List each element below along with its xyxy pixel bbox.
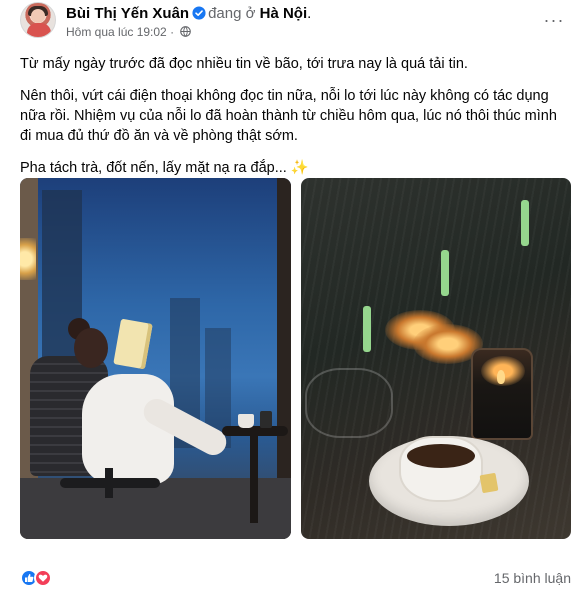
thumbs-up-icon: [25, 574, 34, 582]
teabag-tag: [479, 472, 499, 494]
post-timestamp[interactable]: Hôm qua lúc 19:02: [66, 25, 167, 39]
location-prefix: đang ở: [208, 5, 256, 22]
sparkles-emoji: ✨: [290, 160, 309, 176]
post-paragraph-3: Pha tách trà, đốt nến, lấy mặt nạ ra đắp…: [20, 158, 565, 178]
candle-flame: [497, 370, 505, 384]
street-light-streak: [441, 250, 449, 296]
post-paragraph-2: Nên thôi, vứt cái điện thoại không đọc t…: [20, 88, 557, 144]
post-paragraph-1: Từ mấy ngày trước đã đọc nhiều tin về bã…: [20, 56, 468, 72]
author-line: Bùi Thị Yến Xuân đang ở Hà Nội.: [66, 5, 311, 22]
post-footer: 15 bình luận: [20, 566, 571, 590]
street-light-streak: [521, 200, 529, 246]
facebook-post-card: Bùi Thị Yến Xuân đang ở Hà Nội. Hôm qua …: [0, 0, 582, 595]
location-link[interactable]: Hà Nội: [260, 5, 308, 22]
post-meta: Hôm qua lúc 19:02 ·: [66, 25, 192, 39]
wall-lamp: [20, 238, 36, 280]
comments-count-link[interactable]: 15 bình luận: [494, 570, 571, 586]
avatar-dress: [27, 23, 51, 37]
post-paragraph-3-text: Pha tách trà, đốt nến, lấy mặt nạ ra đắp…: [20, 160, 287, 176]
table-cup: [238, 414, 254, 428]
author-avatar[interactable]: [20, 2, 56, 38]
table-jar: [260, 411, 272, 428]
street-light-streak: [363, 306, 371, 352]
photo-woman-reading-by-window[interactable]: [20, 178, 291, 539]
side-table-leg: [250, 433, 258, 523]
woman-head: [74, 328, 108, 368]
book: [113, 318, 153, 370]
meta-separator: ·: [170, 25, 175, 39]
author-name[interactable]: Bùi Thị Yến Xuân: [66, 5, 189, 22]
heart-icon: [38, 574, 48, 582]
avatar-face: [31, 9, 45, 23]
love-reaction-icon: [34, 569, 52, 587]
photo-grid: [20, 178, 571, 539]
photo-tea-and-candles[interactable]: [301, 178, 571, 539]
chair-base: [60, 478, 160, 488]
more-options-icon[interactable]: ···: [542, 8, 566, 32]
cup-reflection: [305, 368, 393, 438]
verified-badge-icon: [192, 6, 206, 20]
post-text: Từ mấy ngày trước đã đọc nhiều tin về bã…: [20, 54, 565, 178]
tea: [407, 444, 475, 468]
globe-icon[interactable]: [180, 26, 192, 37]
post-header: Bùi Thị Yến Xuân đang ở Hà Nội. Hôm qua …: [20, 2, 570, 46]
location-suffix: .: [307, 5, 312, 22]
